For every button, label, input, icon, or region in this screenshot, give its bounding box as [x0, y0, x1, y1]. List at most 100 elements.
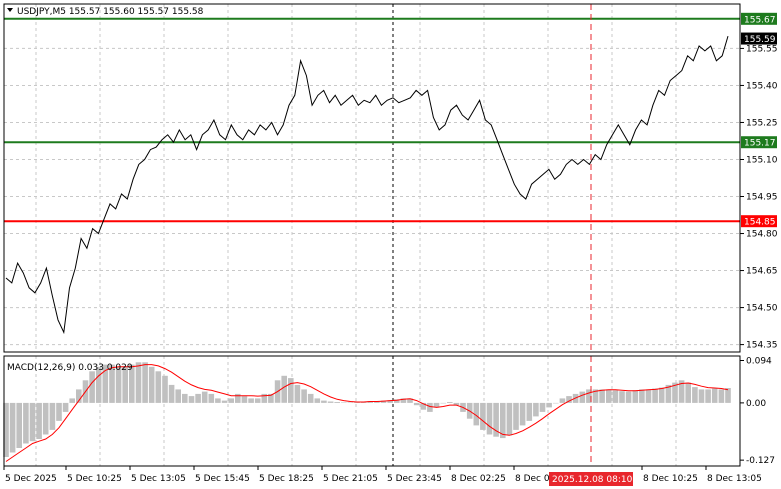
level-price-tag-label: 154.85: [744, 218, 776, 228]
level-price-tag-label: 155.67: [744, 15, 776, 25]
macd-histogram-bar: [559, 398, 566, 403]
macd-axis-tick-label: -0.127: [746, 456, 775, 466]
macd-histogram-bar: [182, 393, 188, 403]
macd-histogram-bar: [36, 402, 42, 439]
macd-histogram-bar: [612, 390, 619, 403]
macd-histogram-bar: [506, 402, 513, 436]
macd-histogram-bar: [526, 402, 533, 421]
macd-histogram-bar: [625, 391, 632, 403]
x-axis-tick-label: 5 Dec 10:25: [67, 474, 122, 484]
price-axis-tick-label: 154.50: [746, 304, 778, 314]
macd-histogram-bar: [413, 402, 420, 406]
x-axis-tick-label: 5 Dec 13:05: [131, 474, 186, 484]
macd-histogram-bar: [62, 402, 69, 412]
macd-histogram-bar: [692, 387, 698, 403]
macd-histogram-bar: [16, 402, 22, 448]
crosshair-time-tag-label: 2025.12.08 08:10: [552, 475, 633, 485]
macd-histogram-bar: [241, 396, 248, 403]
x-axis-tick-label: 5 Dec 23:45: [387, 474, 442, 484]
macd-histogram-bar: [553, 402, 559, 404]
macd-histogram-bar: [142, 362, 148, 403]
macd-histogram-bar: [208, 393, 215, 403]
macd-histogram-bar: [314, 398, 321, 403]
macd-histogram-bar: [155, 371, 162, 403]
x-axis-tick-label: 8 Dec 02:25: [451, 474, 506, 484]
x-axis-tick-label: 8 Dec 13:05: [707, 474, 762, 484]
macd-histogram-bar: [519, 402, 526, 426]
macd-histogram-bar: [254, 398, 261, 403]
x-axis-tick-label: 5 Dec 15:45: [195, 474, 250, 484]
macd-histogram-bar: [486, 402, 493, 435]
macd-histogram-bar: [480, 402, 486, 430]
macd-histogram-bar: [347, 402, 354, 403]
macd-histogram-bar: [228, 398, 234, 403]
macd-histogram-bar: [513, 402, 519, 430]
symbol-ohlc-text: USDJPY,M5 155.57 155.60 155.57 155.58: [17, 7, 204, 17]
macd-axis-tick-label: 0.094: [746, 357, 772, 367]
macd-axis-tick-label: 0.00: [746, 399, 766, 409]
macd-histogram-bar: [599, 389, 605, 403]
macd-histogram-bar: [201, 391, 208, 403]
macd-histogram-bar: [168, 384, 175, 403]
macd-histogram-bar: [652, 388, 658, 403]
macd-histogram-bar: [705, 389, 711, 403]
price-axis-tick-label: 154.35: [746, 341, 778, 351]
macd-histogram-bar: [248, 398, 254, 403]
macd-histogram-bar: [221, 400, 228, 403]
macd-histogram-bar: [539, 402, 546, 412]
chart-background: [0, 0, 781, 489]
macd-histogram-bar: [321, 400, 327, 403]
macd-histogram-bar: [288, 378, 294, 403]
macd-histogram-bar: [341, 402, 347, 403]
macd-histogram-bar: [639, 389, 645, 403]
x-axis-tick-label: 5 Dec 2025: [5, 474, 57, 484]
macd-histogram-bar: [301, 389, 307, 403]
macd-histogram-bar: [533, 402, 539, 417]
trading-chart[interactable]: 5 Dec 2025 5 Dec 10:25 5 Dec 13:05 5 Dec 15…: [0, 0, 781, 489]
macd-histogram-bar: [89, 371, 95, 403]
macd-histogram-bar: [447, 402, 453, 403]
macd-histogram-bar: [327, 401, 334, 403]
macd-histogram-bar: [619, 391, 625, 403]
x-axis-tick-label: 5 Dec 18:25: [259, 474, 314, 484]
macd-histogram-bar: [195, 393, 201, 403]
macd-histogram-bar: [658, 387, 665, 403]
macd-histogram-bar: [440, 402, 446, 404]
macd-histogram-bar: [307, 393, 314, 403]
macd-histogram-bar: [69, 398, 75, 403]
macd-histogram-bar: [188, 396, 195, 403]
macd-histogram-bar: [606, 389, 612, 403]
macd-histogram-bar: [334, 402, 340, 403]
macd-histogram-bar: [148, 366, 155, 403]
macd-histogram-bar: [711, 388, 718, 403]
macd-histogram-bar: [718, 389, 725, 403]
price-axis-tick-label: 154.80: [746, 230, 778, 240]
macd-histogram-bar: [645, 389, 652, 403]
macd-histogram-bar: [632, 390, 639, 403]
price-axis-tick-label: 154.95: [746, 193, 778, 203]
macd-histogram-bar: [175, 389, 181, 403]
macd-histogram-bar: [56, 402, 62, 421]
x-axis-tick-label: 5 Dec 21:05: [323, 474, 378, 484]
macd-histogram-bar: [294, 384, 301, 403]
x-axis-tick-label: 8 Dec 10:25: [643, 474, 698, 484]
macd-histogram-bar: [29, 402, 36, 442]
macd-histogram-bar: [49, 402, 56, 430]
macd-histogram-bar: [546, 402, 552, 408]
macd-histogram-bar: [698, 389, 705, 403]
macd-histogram-bar: [725, 388, 731, 403]
macd-histogram-bar: [23, 402, 29, 444]
macd-histogram-bar: [215, 398, 221, 403]
price-axis-tick-label: 155.40: [746, 81, 778, 91]
price-axis-tick-label: 155.10: [746, 155, 778, 165]
symbol-header: USDJPY,M5 155.57 155.60 155.57 155.58: [7, 7, 204, 17]
price-axis-tick-label: 155.25: [746, 118, 778, 128]
macd-histogram-bar: [685, 382, 691, 403]
macd-indicator-label: MACD(12,26,9) 0.033 0.029: [7, 363, 133, 373]
macd-histogram-bar: [579, 391, 586, 403]
macd-histogram-bar: [162, 375, 168, 403]
macd-histogram-bar: [281, 375, 287, 403]
macd-histogram-bar: [9, 402, 16, 453]
price-axis-tick-label: 154.65: [746, 267, 778, 277]
price-axis-tick-label: 155.55: [746, 44, 778, 54]
